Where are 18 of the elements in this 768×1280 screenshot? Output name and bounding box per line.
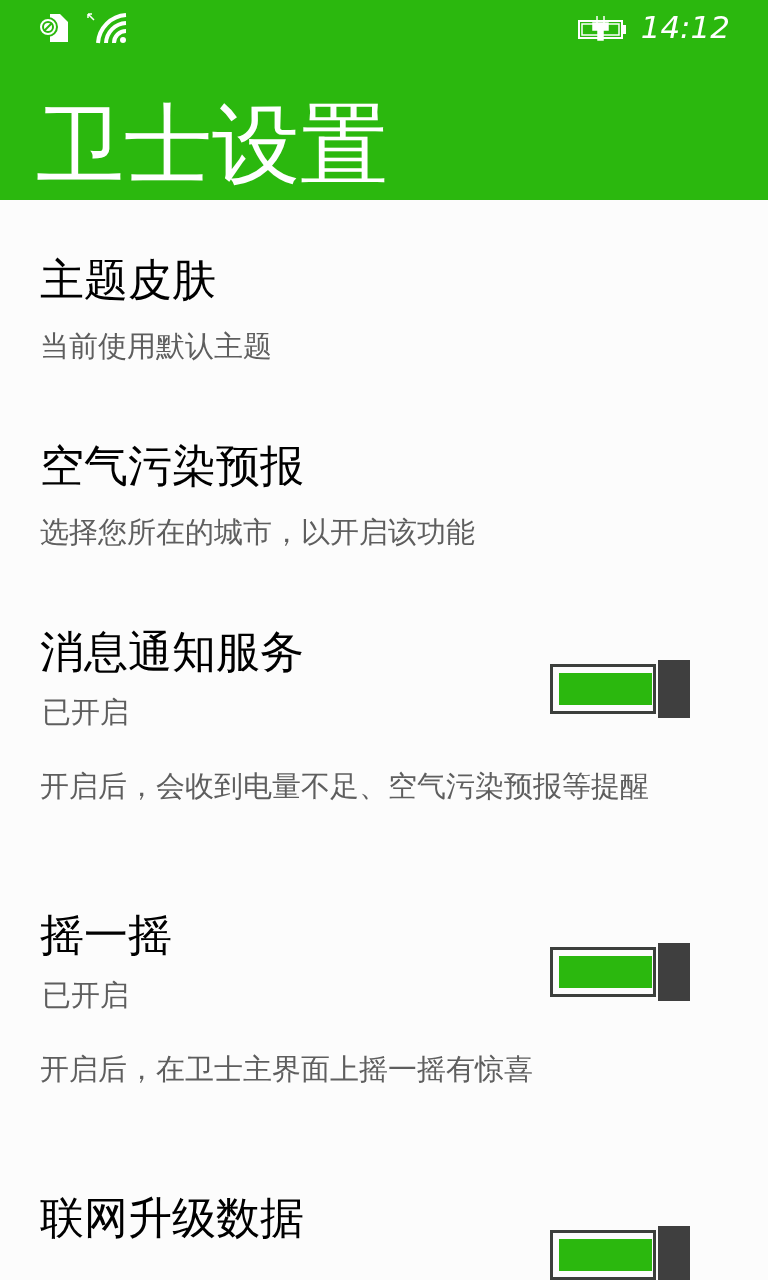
toggle-switch[interactable] <box>550 660 690 718</box>
wifi-icon <box>86 11 128 44</box>
toggle-switch[interactable] <box>550 943 690 1001</box>
setting-title: 联网升级数据 <box>40 1191 304 1245</box>
clock-time: 14:12 <box>640 12 730 43</box>
setting-subtitle: 选择您所在的城市，以开启该功能 <box>40 514 476 551</box>
setting-description: 开启后，会收到电量不足、空气污染预报等提醒 <box>40 768 650 805</box>
toggle-state: 已开启 <box>42 977 130 1014</box>
setting-title: 摇一摇 <box>40 908 172 962</box>
page-title: 卫士设置 <box>35 101 389 189</box>
setting-subtitle: 当前使用默认主题 <box>40 328 273 365</box>
setting-description: 开启后，在卫士主界面上摇一摇有惊喜 <box>40 1051 534 1088</box>
toggle-state: 已开启 <box>42 694 130 731</box>
setting-title[interactable]: 主题皮肤 <box>40 252 728 308</box>
toggle-switch[interactable] <box>550 1226 690 1280</box>
setting-title: 消息通知服务 <box>40 625 304 679</box>
sim-card-icon <box>38 12 70 43</box>
setting-title[interactable]: 空气污染预报 <box>40 438 728 494</box>
